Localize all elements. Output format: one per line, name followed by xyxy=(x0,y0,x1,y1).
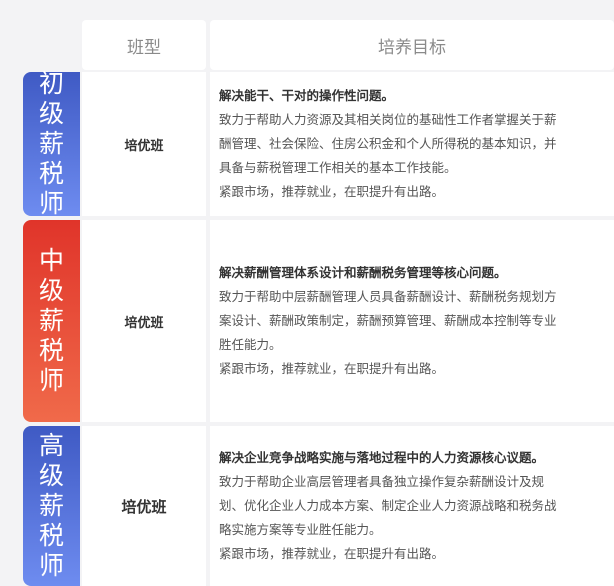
goal-cell: 解决能干、干对的操作性问题。 致力于帮助人力资源及其相关岗位的基础性工作者掌握关… xyxy=(210,72,614,216)
goal-line: 划、优化企业人力成本方案、制定企业人力资源战略和税务战 xyxy=(219,498,557,513)
goal-title: 解决薪酬管理体系设计和薪酬税务管理等核心问题。 xyxy=(219,265,507,280)
class-type-cell: 培优班 xyxy=(82,72,206,216)
class-type-cell: 培优班 xyxy=(82,220,206,422)
badge-char: 级 xyxy=(38,276,64,305)
goal-line: 略实施方案等专业胜任能力。 xyxy=(219,522,382,537)
class-type-cell: 培优班 xyxy=(82,426,206,586)
level-badge-senior: 高 级 薪 税 师 xyxy=(23,426,80,586)
badge-char: 级 xyxy=(38,461,64,490)
goal-line: 胜任能力。 xyxy=(219,337,282,352)
goal-line: 具备与薪税管理工作相关的基本工作技能。 xyxy=(219,160,457,175)
column-header-class-type: 班型 xyxy=(82,20,206,70)
badge-char: 税 xyxy=(38,159,64,188)
badge-char: 师 xyxy=(38,189,64,218)
goal-title: 解决企业竞争战略实施与落地过程中的人力资源核心议题。 xyxy=(219,450,545,465)
goal-cell: 解决企业竞争战略实施与落地过程中的人力资源核心议题。 致力于帮助企业高层管理者具… xyxy=(210,426,614,586)
badge-char: 薪 xyxy=(38,306,64,335)
badge-char: 薪 xyxy=(38,129,64,158)
badge-char: 师 xyxy=(38,366,64,395)
goal-line: 案设计、薪酬政策制定，薪酬预算管理、薪酬成本控制等专业 xyxy=(219,313,557,328)
badge-char: 税 xyxy=(38,521,64,550)
goal-line: 紧跟市场，推荐就业，在职提升有出路。 xyxy=(219,546,445,561)
badge-char: 税 xyxy=(38,336,64,365)
goal-line: 酬管理、社会保险、住房公积金和个人所得税的基本知识，并 xyxy=(219,136,557,151)
level-badge-intermediate: 中 级 薪 税 师 xyxy=(23,220,80,422)
level-badge-junior: 初 级 薪 税 师 xyxy=(23,69,80,218)
goal-cell: 解决薪酬管理体系设计和薪酬税务管理等核心问题。 致力于帮助中层薪酬管理人员具备薪… xyxy=(210,220,614,422)
badge-char: 级 xyxy=(38,99,64,128)
badge-char: 师 xyxy=(38,551,64,580)
goal-line: 紧跟市场，推荐就业，在职提升有出路。 xyxy=(219,361,445,376)
badge-char: 中 xyxy=(38,246,64,275)
badge-char: 初 xyxy=(38,69,64,98)
goal-line: 致力于帮助企业高层管理者具备独立操作复杂薪酬设计及规 xyxy=(219,474,545,489)
goal-line: 致力于帮助中层薪酬管理人员具备薪酬设计、薪酬税务规划方 xyxy=(219,289,557,304)
goal-title: 解决能干、干对的操作性问题。 xyxy=(219,88,395,103)
goal-line: 紧跟市场，推荐就业，在职提升有出路。 xyxy=(219,184,445,199)
badge-char: 高 xyxy=(38,431,64,460)
badge-char: 薪 xyxy=(38,491,64,520)
goal-line: 致力于帮助人力资源及其相关岗位的基础性工作者掌握关于薪 xyxy=(219,112,557,127)
column-header-goal: 培养目标 xyxy=(210,20,614,70)
